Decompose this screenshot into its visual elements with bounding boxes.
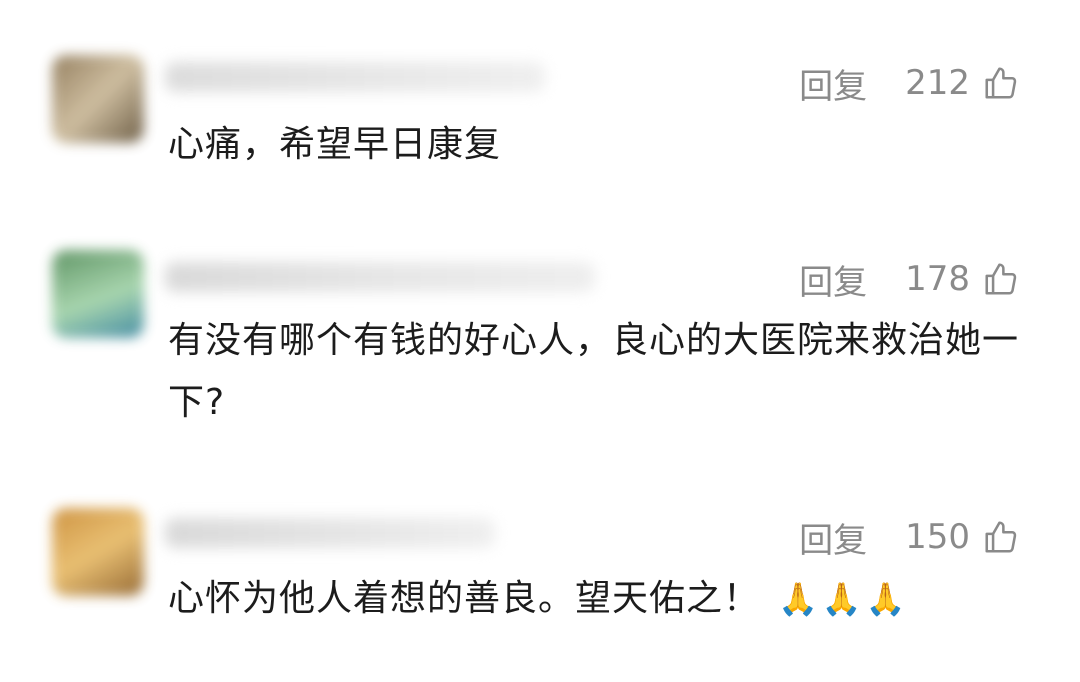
reply-button[interactable]: 回复 bbox=[799, 513, 867, 562]
comment-body: 心痛，希望早日康复 bbox=[168, 124, 502, 165]
thumbs-up-icon[interactable] bbox=[982, 260, 1020, 298]
comment-actions: 回复 150 bbox=[799, 512, 1020, 562]
username-blurred bbox=[165, 62, 545, 92]
comment-text: 心怀为他人着想的善良。望天佑之！ 🙏🙏🙏 bbox=[168, 568, 1028, 630]
comment-text: 有没有哪个有钱的好心人，良心的大医院来救治她一下? bbox=[168, 310, 1028, 434]
avatar[interactable] bbox=[52, 508, 144, 596]
thumbs-up-icon[interactable] bbox=[982, 64, 1020, 102]
reply-button[interactable]: 回复 bbox=[799, 255, 867, 304]
thumbs-up-icon[interactable] bbox=[982, 518, 1020, 556]
comment-text: 心痛，希望早日康复 bbox=[168, 114, 1028, 176]
avatar[interactable] bbox=[52, 250, 144, 338]
comment-actions: 回复 212 bbox=[799, 58, 1020, 108]
like-count: 178 bbox=[905, 259, 970, 299]
comment-actions: 回复 178 bbox=[799, 254, 1020, 304]
like-count: 150 bbox=[905, 517, 970, 557]
comment-body: 有没有哪个有钱的好心人，良心的大医院来救治她一下? bbox=[168, 320, 1020, 423]
username-blurred bbox=[165, 262, 595, 292]
avatar[interactable] bbox=[52, 55, 144, 143]
username-blurred bbox=[165, 518, 495, 548]
comment-body: 心怀为他人着想的善良。望天佑之！ bbox=[168, 578, 761, 619]
reply-button[interactable]: 回复 bbox=[799, 59, 867, 108]
praying-hands-emoji: 🙏🙏🙏 bbox=[778, 580, 910, 618]
like-count: 212 bbox=[905, 63, 970, 103]
